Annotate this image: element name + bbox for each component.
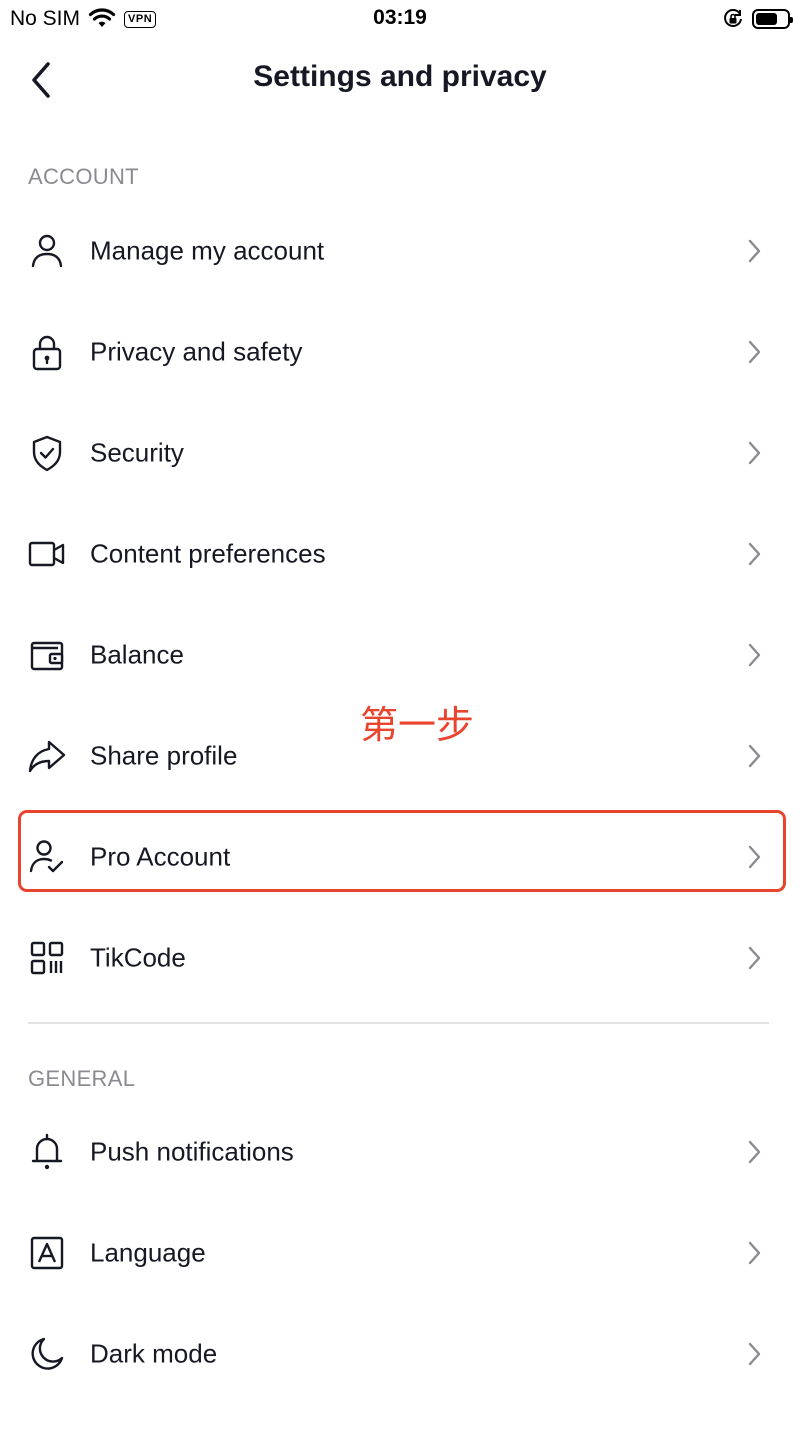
chevron-right-icon: [744, 1139, 764, 1165]
battery-level: [756, 13, 777, 25]
language-a-icon: [28, 1233, 66, 1273]
settings-item-label: Balance: [90, 639, 184, 669]
settings-item-label: Content preferences: [90, 538, 326, 568]
section-header-general: GENERAL: [28, 1066, 136, 1091]
settings-item-label: TikCode: [90, 942, 186, 972]
chevron-right-icon: [744, 642, 764, 668]
chevron-right-icon: [744, 945, 764, 971]
orientation-lock-icon: [722, 8, 744, 30]
chevron-right-icon: [744, 541, 764, 567]
annotation-step-label: 第一步: [360, 703, 475, 747]
chevron-right-icon: [744, 238, 764, 264]
settings-item-label: Security: [90, 437, 184, 467]
status-bar: No SIM VPN 03:19: [0, 0, 800, 40]
qr-code-icon: [28, 938, 66, 978]
settings-item-label: Privacy and safety: [90, 336, 303, 366]
chevron-right-icon: [744, 1341, 764, 1367]
share-arrow-icon: [28, 736, 66, 776]
wallet-icon: [28, 635, 66, 675]
chevron-right-icon: [744, 339, 764, 365]
settings-item-content-preferences[interactable]: Content preferences: [0, 503, 800, 604]
settings-item-balance[interactable]: Balance: [0, 604, 800, 705]
lock-icon: [28, 332, 66, 372]
video-camera-icon: [28, 534, 66, 574]
shield-check-icon: [28, 433, 66, 473]
battery-icon: [752, 9, 793, 29]
settings-item-label: Manage my account: [90, 235, 325, 265]
status-right: [722, 6, 793, 32]
chevron-right-icon: [744, 743, 764, 769]
nav-bar: Settings and privacy: [0, 40, 800, 120]
settings-item-dark-mode[interactable]: Dark mode: [0, 1303, 800, 1404]
settings-item-language[interactable]: Language: [0, 1202, 800, 1303]
annotation-highlight-box: [18, 810, 786, 892]
settings-item-label: Share profile: [90, 740, 238, 770]
section-header-account: ACCOUNT: [28, 164, 139, 189]
status-time: 03:19: [373, 6, 427, 29]
settings-item-label: Dark mode: [90, 1338, 218, 1368]
settings-item-label: Push notifications: [90, 1136, 294, 1166]
person-icon: [28, 231, 66, 271]
page-title: Settings and privacy: [253, 60, 547, 93]
chevron-right-icon: [744, 1240, 764, 1266]
settings-item-push-notifications[interactable]: Push notifications: [0, 1101, 800, 1202]
section-divider: [28, 1022, 769, 1024]
settings-item-tikcode[interactable]: TikCode: [0, 907, 800, 1008]
bell-icon: [28, 1132, 66, 1172]
moon-icon: [28, 1334, 66, 1374]
settings-item-manage-account[interactable]: Manage my account: [0, 200, 800, 301]
settings-item-label: Language: [90, 1237, 206, 1267]
settings-item-security[interactable]: Security: [0, 402, 800, 503]
chevron-right-icon: [744, 440, 764, 466]
settings-item-privacy[interactable]: Privacy and safety: [0, 301, 800, 402]
